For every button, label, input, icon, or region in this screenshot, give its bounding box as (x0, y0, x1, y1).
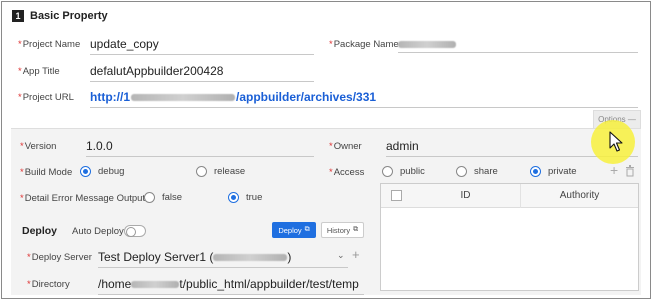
external-icon: ⧉ (304, 226, 310, 233)
build-mode-release-radio[interactable]: release (196, 166, 245, 177)
chevron-down-icon[interactable]: ⌄ (337, 250, 345, 261)
directory-label: *Directory (27, 279, 70, 290)
project-url-label: *Project URL (18, 92, 74, 103)
detail-error-false-radio[interactable]: false (144, 192, 182, 203)
external-icon: ⧉ (353, 226, 359, 233)
radio-icon (196, 166, 207, 177)
radio-selected-icon (530, 166, 541, 177)
project-url-suffix: /appbuilder/archives/331 (236, 90, 377, 104)
history-button[interactable]: History ⧉ (321, 222, 364, 238)
redacted-user (131, 281, 180, 289)
redacted-host (131, 94, 235, 102)
section-header: 1 Basic Property (12, 10, 108, 22)
auto-deploy-toggle[interactable] (124, 225, 146, 237)
authority-table-header: ID Authority (381, 183, 638, 208)
project-name-field[interactable]: update_copy (90, 37, 314, 55)
column-id[interactable]: ID (411, 183, 521, 208)
radio-selected-icon (228, 192, 239, 203)
deploy-button[interactable]: Deploy ⧉ (272, 222, 316, 238)
radio-selected-icon (80, 166, 91, 177)
version-label: *Version (20, 141, 57, 152)
access-private-radio[interactable]: private (530, 166, 577, 177)
redacted-server-host (213, 254, 288, 262)
trash-icon[interactable] (625, 165, 635, 177)
add-server-icon[interactable]: + (352, 247, 360, 262)
deploy-server-select[interactable]: Test Deploy Server1 () (98, 250, 348, 268)
app-title-label: *App Title (18, 66, 60, 77)
add-icon[interactable]: + (610, 162, 618, 178)
detail-error-true-radio[interactable]: true (228, 192, 262, 203)
deploy-title: Deploy (22, 225, 58, 237)
radio-icon (456, 166, 467, 177)
project-url-prefix: http://1 (90, 90, 130, 104)
auto-deploy-label: Auto Deploy (72, 226, 124, 237)
directory-field[interactable]: /home t/public_html/appbuilder/test/temp (98, 277, 364, 295)
owner-label: *Owner (329, 141, 362, 152)
access-public-radio[interactable]: public (382, 166, 425, 177)
column-authority[interactable]: Authority (521, 190, 638, 201)
select-all-cell (381, 190, 411, 201)
build-mode-label: *Build Mode (20, 167, 73, 178)
section-number: 1 (12, 10, 24, 22)
redacted-package (398, 41, 456, 49)
package-name-label: *Package Name (329, 39, 399, 50)
deploy-server-label: *Deploy Server (27, 252, 92, 263)
authority-table: ID Authority (380, 183, 639, 291)
mouse-pointer-icon (609, 131, 623, 152)
select-all-checkbox[interactable] (390, 190, 402, 201)
project-url-link[interactable]: http://1/appbuilder/archives/331 (90, 90, 638, 108)
version-field[interactable]: 1.0.0 (86, 139, 314, 157)
app-title-field[interactable]: defalutAppbuilder200428 (90, 64, 314, 82)
detail-error-label: *Detail Error Message Output (20, 193, 146, 204)
build-mode-debug-radio[interactable]: debug (80, 166, 124, 177)
access-share-radio[interactable]: share (456, 166, 498, 177)
radio-icon (144, 192, 155, 203)
access-label: *Access (329, 167, 365, 178)
radio-icon (382, 166, 393, 177)
package-name-field[interactable] (398, 37, 638, 53)
section-title: Basic Property (30, 10, 108, 22)
project-name-label: *Project Name (18, 39, 81, 50)
